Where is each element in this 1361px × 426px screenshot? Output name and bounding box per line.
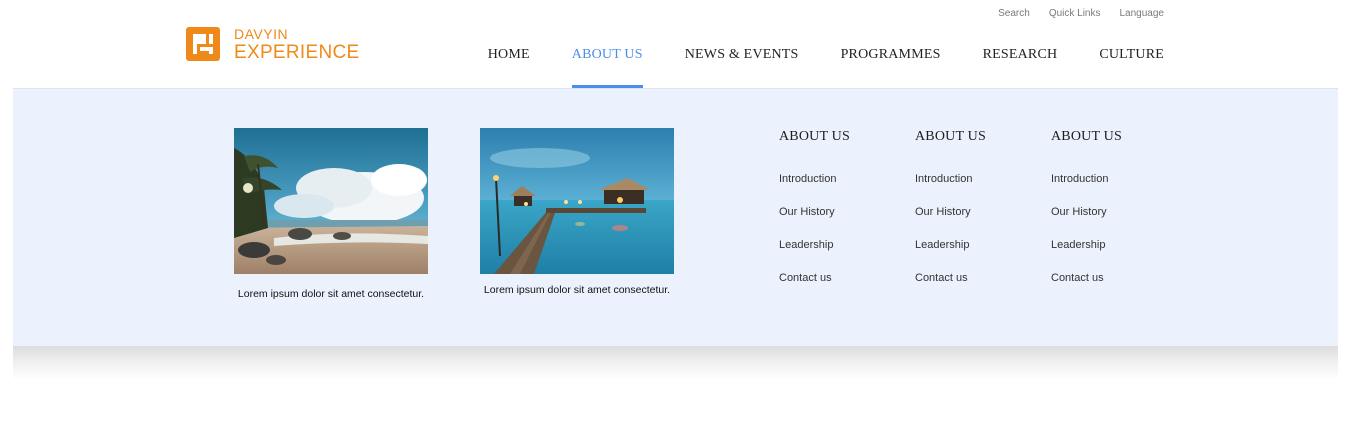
column-link-item: Contact us [779, 270, 850, 303]
column-link-item: Leadership [1051, 237, 1122, 270]
link-introduction[interactable]: Introduction [1051, 173, 1108, 185]
column-link-list: Introduction Our History Leadership Cont… [915, 171, 986, 303]
column-link-item: Our History [1051, 204, 1122, 237]
pier-photo [480, 128, 674, 274]
nav-item-home[interactable]: HOME [488, 47, 530, 63]
feature-card-pier[interactable]: Lorem ipsum dolor sit amet consectetur. [480, 128, 674, 296]
link-column-1: ABOUT US Introduction Our History Leader… [779, 129, 850, 303]
column-link-item: Leadership [779, 237, 850, 270]
logo-icon [186, 27, 220, 61]
link-our-history[interactable]: Our History [915, 206, 971, 218]
link-column-3: ABOUT US Introduction Our History Leader… [1051, 129, 1122, 303]
feature-caption: Lorem ipsum dolor sit amet consectetur. [237, 288, 425, 300]
column-title: ABOUT US [1051, 129, 1122, 144]
column-link-list: Introduction Our History Leadership Cont… [1051, 171, 1122, 303]
utility-link-language[interactable]: Language [1120, 8, 1165, 19]
column-title: ABOUT US [779, 129, 850, 144]
nav-item-programmes[interactable]: PROGRAMMES [841, 47, 941, 63]
nav-item-about-us[interactable]: ABOUT US [571, 47, 643, 88]
brand-name-bottom: EXPERIENCE [234, 41, 360, 63]
column-link-item: Contact us [1051, 270, 1122, 303]
brand-wordmark: DAVYIN EXPERIENCE [234, 27, 359, 62]
utility-link-search[interactable]: Search [998, 8, 1030, 19]
feature-caption: Lorem ipsum dolor sit amet consectetur. [483, 284, 671, 296]
link-contact-us[interactable]: Contact us [1051, 272, 1104, 284]
link-introduction[interactable]: Introduction [915, 173, 972, 185]
column-link-list: Introduction Our History Leadership Cont… [779, 171, 850, 303]
link-leadership[interactable]: Leadership [1051, 239, 1105, 251]
link-our-history[interactable]: Our History [779, 206, 835, 218]
column-link-item: Introduction [1051, 171, 1122, 204]
beach-photo [234, 128, 428, 274]
utility-link-quick-links[interactable]: Quick Links [1049, 8, 1101, 19]
column-link-item: Our History [779, 204, 850, 237]
nav-item-culture[interactable]: CULTURE [1099, 47, 1164, 63]
column-link-item: Contact us [915, 270, 986, 303]
nav-item-news-events[interactable]: NEWS & EVENTS [685, 47, 799, 63]
utility-nav: Search Quick Links Language [998, 8, 1164, 19]
link-leadership[interactable]: Leadership [915, 239, 969, 251]
link-contact-us[interactable]: Contact us [779, 272, 832, 284]
brand-logo[interactable]: DAVYIN EXPERIENCE [186, 26, 359, 62]
site-header: DAVYIN EXPERIENCE Search Quick Links Lan… [0, 0, 1361, 88]
nav-item-research[interactable]: RESEARCH [983, 47, 1058, 63]
main-nav: HOME ABOUT US NEWS & EVENTS PROGRAMMES R… [488, 47, 1164, 88]
link-leadership[interactable]: Leadership [779, 239, 833, 251]
mega-menu-shadow [13, 346, 1338, 380]
link-column-2: ABOUT US Introduction Our History Leader… [915, 129, 986, 303]
brand-name-top: DAVYIN [234, 25, 289, 42]
column-title: ABOUT US [915, 129, 986, 144]
column-link-item: Leadership [915, 237, 986, 270]
feature-card-beach[interactable]: Lorem ipsum dolor sit amet consectetur. [234, 128, 428, 300]
column-link-item: Introduction [779, 171, 850, 204]
link-contact-us[interactable]: Contact us [915, 272, 968, 284]
mega-menu-panel [13, 88, 1338, 346]
column-link-item: Our History [915, 204, 986, 237]
column-link-item: Introduction [915, 171, 986, 204]
link-our-history[interactable]: Our History [1051, 206, 1107, 218]
link-introduction[interactable]: Introduction [779, 173, 836, 185]
